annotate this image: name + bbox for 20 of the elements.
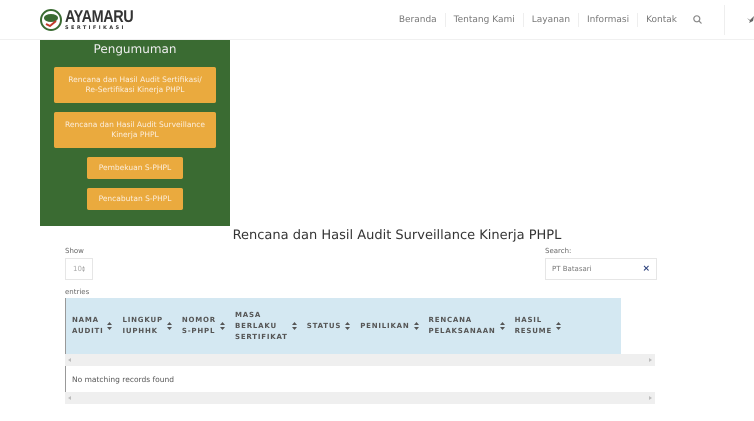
nav-link[interactable]: Layanan — [522, 12, 578, 26]
sort-icon[interactable] — [292, 322, 297, 330]
nav-link[interactable]: Informasi — [578, 12, 638, 26]
nav-link[interactable]: Kontak — [637, 12, 685, 26]
nav-link[interactable]: Tentang Kami — [444, 12, 523, 26]
search-icon[interactable] — [693, 15, 702, 24]
sort-icon[interactable] — [414, 322, 419, 330]
sort-icon[interactable] — [107, 322, 112, 330]
tree-logo-icon — [40, 8, 62, 30]
logo-name: AYAMARU — [65, 8, 134, 25]
panel-title: Pengumuman — [94, 42, 176, 56]
sort-icon[interactable] — [556, 322, 562, 330]
sort-icon[interactable] — [220, 322, 225, 330]
sort-icon[interactable] — [500, 322, 505, 330]
clear-button[interactable]: × — [642, 264, 650, 274]
sort-icon[interactable] — [166, 322, 172, 330]
page-title: Rencana dan Hasil Audit Surveillance Kinerja PHPL — [232, 228, 562, 243]
sort-icon[interactable] — [345, 322, 350, 330]
nav-link[interactable]: Beranda — [390, 12, 445, 26]
spinner-icon — [82, 266, 85, 272]
